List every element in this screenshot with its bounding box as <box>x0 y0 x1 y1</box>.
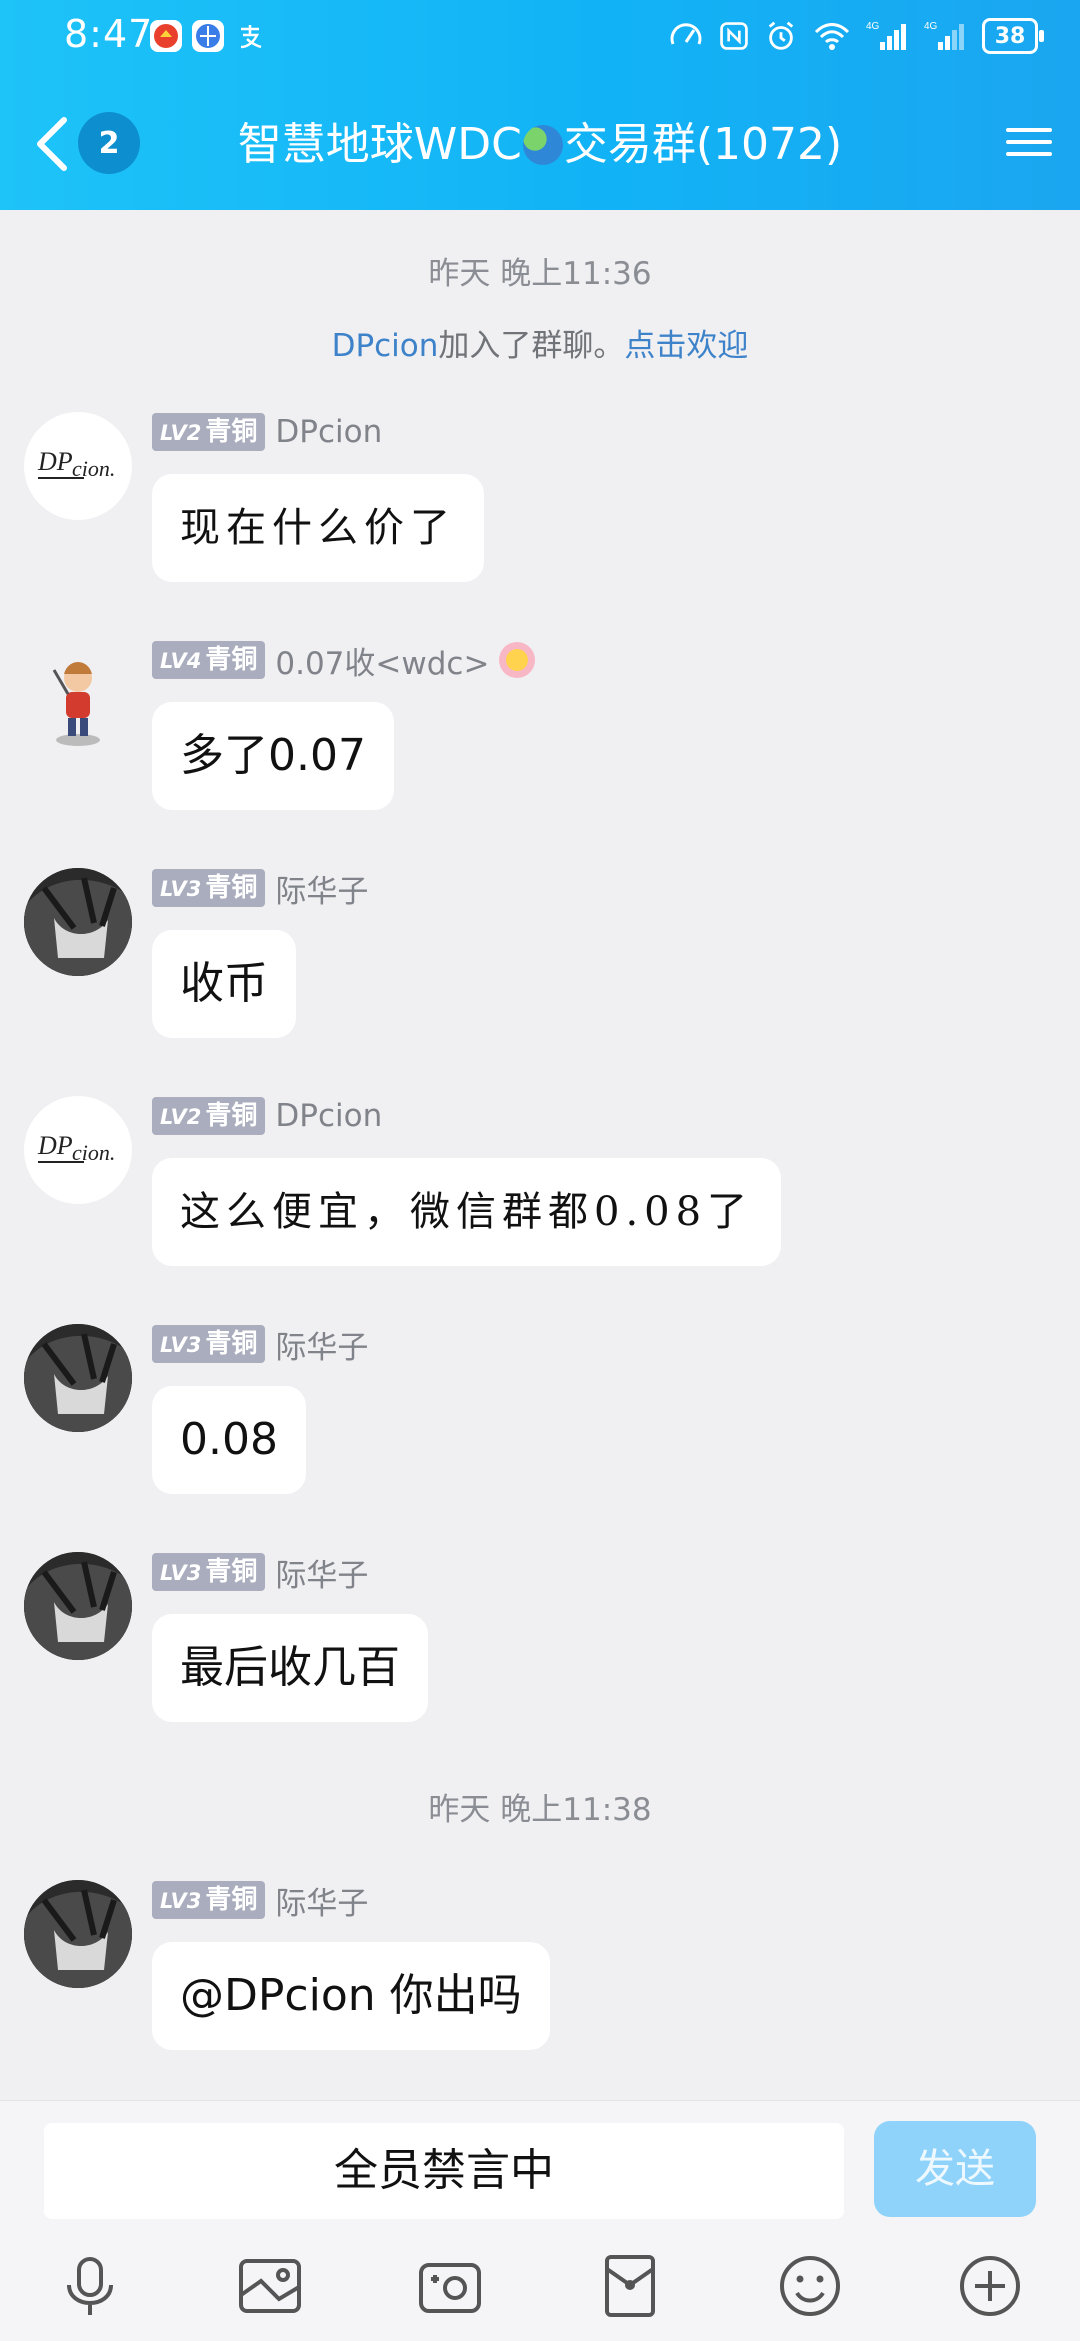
nickname[interactable]: 际华子 <box>275 866 368 911</box>
signal-icon: 4G <box>866 21 906 50</box>
camera-icon[interactable] <box>415 2251 485 2321</box>
browser-notification-icon <box>192 20 224 52</box>
level-badge: LV4 青铜 <box>152 641 266 679</box>
level-badge: LV2 青铜 <box>152 1097 266 1135</box>
emoji-icon[interactable] <box>775 2251 845 2321</box>
svg-text:4G: 4G <box>866 21 880 32</box>
status-bar: 8:47 4G 4G 38 <box>0 0 1080 76</box>
message-bubble[interactable]: 现在什么价了 <box>152 474 484 582</box>
nickname[interactable]: 际华子 <box>275 1322 368 1367</box>
status-time: 8:47 <box>64 12 154 56</box>
nfc-icon <box>720 22 748 50</box>
timestamp: 昨天 晚上11:36 <box>428 256 652 292</box>
message-bubble[interactable]: 这么便宜，微信群都0.08了 <box>152 1158 782 1266</box>
input-toolbar <box>0 2251 1080 2331</box>
message-input[interactable]: 全员禁言中 <box>44 2123 844 2219</box>
level-badge: LV2 青铜 <box>152 413 266 451</box>
smile-emoji-icon <box>499 642 536 678</box>
avatar[interactable] <box>24 868 132 976</box>
level-badge: LV3 青铜 <box>152 1553 266 1591</box>
page-title[interactable]: 智慧地球WDC 交易群(1072) <box>180 112 900 178</box>
send-button[interactable]: 发送 <box>874 2121 1036 2217</box>
title-count: 交易群(1072) <box>563 119 843 170</box>
welcome-link[interactable]: 点击欢迎 <box>624 328 748 364</box>
alarm-icon <box>768 21 794 50</box>
message-meta: LV3 青铜 际华子 <box>152 1878 368 1923</box>
avatar[interactable]: DP cion. <box>24 412 132 520</box>
message-meta: LV3 青铜 际华子 <box>152 1322 368 1367</box>
svg-text:DP: DP <box>37 447 73 476</box>
top-bar: 8:47 4G 4G 38 2 智慧地球WDC 交易群(1072) <box>0 0 1080 210</box>
nickname[interactable]: 际华子 <box>275 1878 368 1923</box>
timestamp: 昨天 晚上11:38 <box>428 1792 652 1828</box>
nickname[interactable]: 际华子 <box>275 1550 368 1595</box>
wifi-icon <box>814 23 850 50</box>
signal-icon-2: 4G <box>924 21 964 50</box>
message-bubble[interactable]: @DPcion 你出吗 <box>152 1942 550 2050</box>
svg-text:4G: 4G <box>924 21 938 32</box>
avatar[interactable] <box>24 1324 132 1432</box>
message-bubble[interactable]: 0.08 <box>152 1386 306 1494</box>
nickname[interactable]: DPcion <box>275 1098 382 1134</box>
level-badge: LV3 青铜 <box>152 1881 266 1919</box>
avatar[interactable]: DP cion. <box>24 1096 132 1204</box>
title-name: 智慧地球WDC <box>237 119 522 170</box>
alipay-notification-icon <box>234 20 266 52</box>
image-icon[interactable] <box>235 2251 305 2321</box>
message-bubble[interactable]: 最后收几百 <box>152 1614 428 1722</box>
battery-indicator: 38 <box>982 18 1044 54</box>
menu-button[interactable] <box>1006 120 1052 166</box>
avatar[interactable] <box>24 1552 132 1660</box>
plus-icon[interactable] <box>955 2251 1025 2321</box>
svg-text:DP: DP <box>37 1131 73 1160</box>
message-meta: LV4 青铜 0.07收<wdc> <box>152 638 536 683</box>
avatar[interactable] <box>24 640 132 748</box>
message-meta: LV3 青铜 际华子 <box>152 866 368 911</box>
message-meta: LV3 青铜 际华子 <box>152 1550 368 1595</box>
notice-user-link[interactable]: DPcion <box>332 328 439 364</box>
globe-icon <box>522 125 563 165</box>
level-badge: LV3 青铜 <box>152 869 266 907</box>
message-bubble[interactable]: 多了0.07 <box>152 702 394 810</box>
avatar[interactable] <box>24 1880 132 1988</box>
microphone-icon[interactable] <box>55 2251 125 2321</box>
unread-badge[interactable]: 2 <box>78 112 140 174</box>
red-packet-icon[interactable] <box>595 2251 665 2321</box>
notification-icons <box>150 20 266 52</box>
nickname[interactable]: DPcion <box>275 414 382 450</box>
chevron-left-icon <box>37 117 67 171</box>
notice-text: 加入了群聊。 <box>438 328 625 364</box>
speed-icon <box>670 23 702 45</box>
status-indicators: 4G 4G 38 <box>668 18 1044 54</box>
level-badge: LV3 青铜 <box>152 1325 266 1363</box>
message-meta: LV2 青铜 DPcion <box>152 412 382 452</box>
message-bubble[interactable]: 收币 <box>152 930 296 1038</box>
input-bar: 全员禁言中 发送 <box>0 2100 1080 2341</box>
system-notice: DPcion加入了群聊。点击欢迎 <box>0 320 1080 365</box>
message-meta: LV2 青铜 DPcion <box>152 1096 382 1136</box>
back-button[interactable] <box>30 114 74 174</box>
nickname[interactable]: 0.07收<wdc> <box>275 638 489 683</box>
app-notification-icon <box>150 20 182 52</box>
menu-icon <box>1006 128 1052 132</box>
